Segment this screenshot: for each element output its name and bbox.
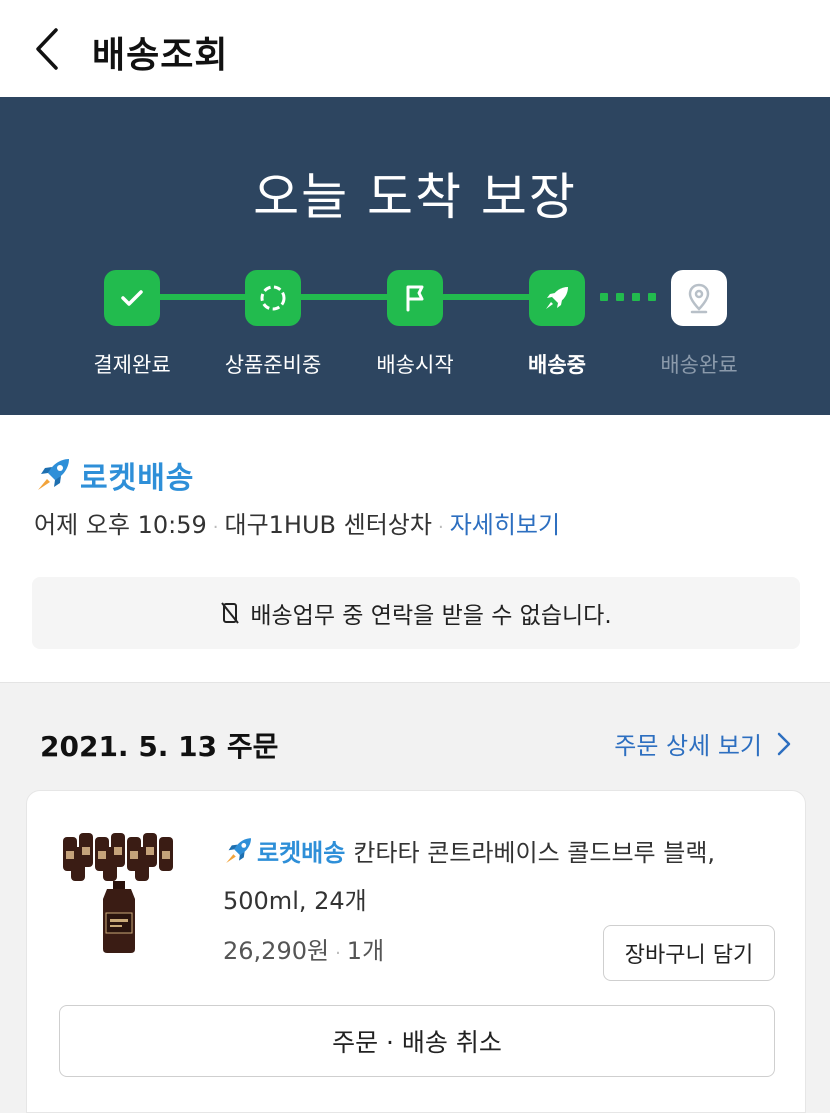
progress-track [132,294,562,300]
cancel-order-button[interactable]: 주문 · 배송 취소 [59,1005,775,1077]
product-quantity: 1개 [346,937,385,965]
price-line: 26,290원 · 1개 [223,937,385,965]
rocket-delivery-label: 로켓배송 [80,461,195,496]
step-shipping-start [387,270,443,326]
product-price: 26,290원 [223,937,330,965]
step-label-delivered: 배송완료 [660,353,738,377]
no-phone-icon [220,601,240,625]
product-image[interactable] [57,825,187,955]
step-preparing [245,270,301,326]
top-header: 배송조회 [0,0,830,97]
rocket-logo-icon [38,459,69,490]
page-title: 배송조회 [92,35,229,76]
rocket-logo-icon [223,835,255,867]
delivery-status-line: 어제 오후 10:59 · 대구1HUB 센터상차 · 자세히보기 [34,511,561,539]
delivery-status-banner: 오늘 도착 보장 결제완료 상품준비중 배송시작 배송중 배송완료 [0,97,830,415]
step-in-transit [529,270,585,326]
location-pin-icon [688,283,710,314]
order-date: 2021. 5. 13 주문 [40,730,279,763]
delivery-detail-link[interactable]: 자세히보기 [450,511,560,539]
delivery-info-section: 로켓배송 어제 오후 10:59 · 대구1HUB 센터상차 · 자세히보기 배송업무 … [0,415,830,683]
chevron-right-icon [776,731,792,757]
chevron-left-icon [36,28,58,70]
product-name-line1: 칸타타 콘트라베이스 콜드브루 블랙, [353,839,716,867]
product-name[interactable]: 로켓배송 칸타타 콘트라베이스 콜드브루 블랙, 500ml, 24개 [223,829,783,925]
back-button[interactable] [28,24,68,74]
add-to-cart-button[interactable]: 장바구니 담기 [603,925,775,981]
step-label-shipping-start: 배송시작 [376,353,454,377]
product-name-line2: 500ml, 24개 [223,887,367,915]
progress-dots [600,293,656,301]
dashed-circle-icon [260,285,286,311]
step-label-preparing: 상품준비중 [224,353,322,377]
order-detail-link[interactable]: 주문 상세 보기 [614,726,792,761]
step-delivered [671,270,727,326]
order-detail-link-label: 주문 상세 보기 [614,732,762,760]
step-label-payment: 결제완료 [93,353,171,377]
check-icon [121,290,143,306]
delivery-location: 대구1HUB 센터상차 [224,511,432,539]
flag-icon [406,285,424,312]
rocket-delivery-label: 로켓배송 [257,839,346,867]
rocket-delivery-badge: 로켓배송 [34,453,194,497]
banner-title: 오늘 도착 보장 [253,168,577,226]
contact-notice: 배송업무 중 연락을 받을 수 없습니다. [32,577,800,649]
contact-notice-text: 배송업무 중 연락을 받을 수 없습니다. [250,603,612,629]
step-payment-done [104,270,160,326]
rocket-icon [546,287,568,309]
order-item-card: 로켓배송 칸타타 콘트라베이스 콜드브루 블랙, 500ml, 24개 26,29… [26,790,806,1113]
delivery-time: 어제 오후 10:59 [34,511,207,539]
step-label-in-transit: 배송중 [528,353,586,377]
